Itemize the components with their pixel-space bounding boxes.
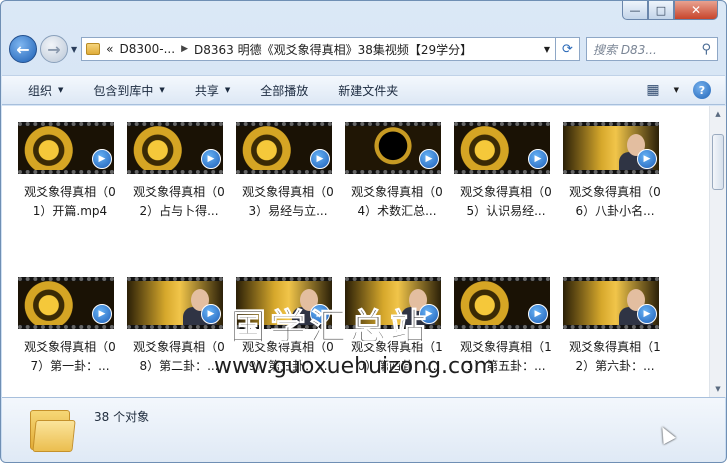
forward-arrow-icon: →: [47, 39, 61, 59]
chevron-down-icon: ▼: [159, 86, 165, 94]
address-dropdown-icon[interactable]: ▼: [539, 45, 555, 54]
new-folder-label: 新建文件夹: [338, 83, 399, 98]
share-menu[interactable]: 共享 ▼: [195, 82, 230, 99]
file-name: 观爻象得真相（06）八卦小名...: [569, 185, 661, 218]
details-pane: 38 个对象: [2, 397, 725, 462]
include-in-library-menu[interactable]: 包含到库中 ▼: [93, 82, 164, 99]
explorer-window: — □ ✕ ← → ▼ « D8300-... ▶ D8363 明德《观爻象得真…: [0, 0, 727, 463]
scroll-down-icon[interactable]: ▼: [710, 381, 726, 397]
back-button[interactable]: ←: [9, 35, 37, 63]
media-player-icon: ▶: [528, 304, 548, 324]
chevron-down-icon: ▼: [224, 86, 231, 94]
minimize-button[interactable]: —: [622, 1, 648, 20]
play-all-button[interactable]: 全部播放: [260, 82, 308, 99]
file-name: 观爻象得真相（04）术数汇总...: [351, 185, 443, 218]
file-name: 观爻象得真相（07）第一卦：...: [24, 340, 116, 373]
file-name: 观爻象得真相（12）第六卦：...: [569, 340, 661, 373]
file-item[interactable]: ▶ 观爻象得真相（07）第一卦：...: [18, 277, 127, 397]
file-item[interactable]: ▶ 观爻象得真相（02）占与卜得...: [127, 122, 236, 262]
video-thumbnail: ▶: [18, 122, 114, 174]
video-thumbnail: ▶: [454, 122, 550, 174]
file-item[interactable]: ▶ 观爻象得真相（04）术数汇总...: [345, 122, 454, 262]
watermark-url: www.guoxuehuizong.com: [214, 354, 496, 379]
file-list-pane[interactable]: ▶ 观爻象得真相（01）开篇.mp4 ▶ 观爻象得真相（02）占与卜得... ▶ 观爻象得…: [2, 106, 709, 397]
file-item[interactable]: ▶ 观爻象得真相（03）易经与立...: [236, 122, 345, 262]
organize-menu[interactable]: 组织 ▼: [28, 82, 63, 99]
media-player-icon: ▶: [92, 304, 112, 324]
media-player-icon: ▶: [419, 149, 439, 169]
command-bar: 组织 ▼ 包含到库中 ▼ 共享 ▼ 全部播放 新建文件夹 ▦ ▼ ?: [2, 75, 725, 105]
video-thumbnail: ▶: [563, 277, 659, 329]
file-item[interactable]: ▶ 观爻象得真相（08）第二卦：...: [127, 277, 236, 397]
refresh-icon: ⟳: [562, 41, 573, 57]
forward-button[interactable]: →: [40, 35, 68, 63]
recent-pages-dropdown-icon[interactable]: ▼: [71, 45, 77, 54]
media-player-icon: ▶: [528, 149, 548, 169]
media-player-icon: ▶: [637, 149, 657, 169]
video-thumbnail: ▶: [236, 122, 332, 174]
refresh-button[interactable]: ⟳: [556, 37, 580, 61]
address-bar[interactable]: « D8300-... ▶ D8363 明德《观爻象得真相》38集视频【29学分…: [81, 37, 556, 61]
close-button[interactable]: ✕: [674, 1, 718, 20]
media-player-icon: ▶: [310, 149, 330, 169]
video-thumbnail: ▶: [18, 277, 114, 329]
back-arrow-icon: ←: [16, 39, 30, 59]
media-player-icon: ▶: [92, 149, 112, 169]
file-item[interactable]: ▶ 观爻象得真相（11）第五卦：...: [454, 277, 563, 397]
mouse-cursor-icon: [656, 423, 676, 445]
breadcrumb-overflow[interactable]: «: [106, 42, 113, 56]
file-name: 观爻象得真相（03）易经与立...: [242, 185, 334, 218]
folder-icon: [30, 406, 76, 452]
share-label: 共享: [194, 83, 219, 98]
caption-buttons: — □ ✕: [622, 1, 718, 21]
include-in-library-label: 包含到库中: [93, 83, 154, 98]
file-name: 观爻象得真相（01）开篇.mp4: [24, 185, 116, 218]
change-view-icon[interactable]: ▦: [646, 82, 659, 98]
media-player-icon: ▶: [201, 149, 221, 169]
vertical-scrollbar[interactable]: ▲ ▼: [709, 106, 726, 397]
search-input[interactable]: 搜索 D83... ⚲: [586, 37, 718, 61]
file-item[interactable]: ▶ 观爻象得真相（01）开篇.mp4: [18, 122, 127, 262]
video-thumbnail: ▶: [127, 122, 223, 174]
file-item[interactable]: ▶ 观爻象得真相（06）八卦小名...: [563, 122, 672, 262]
scroll-thumb[interactable]: [712, 134, 724, 190]
file-name: 观爻象得真相（05）认识易经...: [460, 185, 552, 218]
view-dropdown-icon[interactable]: ▼: [674, 86, 679, 94]
breadcrumb-separator-icon[interactable]: ▶: [181, 44, 188, 54]
organize-label: 组织: [28, 83, 53, 98]
play-all-label: 全部播放: [260, 83, 309, 98]
search-icon[interactable]: ⚲: [701, 42, 711, 57]
video-thumbnail: ▶: [454, 277, 550, 329]
breadcrumb-item-parent[interactable]: D8300-...: [120, 42, 176, 56]
video-thumbnail: ▶: [127, 277, 223, 329]
navigation-bar: ← → ▼ « D8300-... ▶ D8363 明德《观爻象得真相》38集视…: [9, 34, 718, 64]
help-icon[interactable]: ?: [693, 81, 711, 99]
video-thumbnail: ▶: [563, 122, 659, 174]
breadcrumb-item-current[interactable]: D8363 明德《观爻象得真相》38集视频【29学分】: [194, 41, 472, 58]
file-item[interactable]: ▶ 观爻象得真相（12）第六卦：...: [563, 277, 672, 397]
scroll-up-icon[interactable]: ▲: [710, 106, 726, 122]
search-placeholder: 搜索 D83...: [593, 42, 657, 57]
file-name: 观爻象得真相（02）占与卜得...: [133, 185, 225, 218]
watermark-title: 国学汇总站: [229, 307, 431, 349]
media-player-icon: ▶: [637, 304, 657, 324]
file-item[interactable]: ▶ 观爻象得真相（05）认识易经...: [454, 122, 563, 262]
maximize-button[interactable]: □: [648, 1, 674, 20]
video-thumbnail: ▶: [345, 122, 441, 174]
chevron-down-icon: ▼: [58, 86, 64, 94]
new-folder-button[interactable]: 新建文件夹: [338, 82, 398, 99]
media-player-icon: ▶: [201, 304, 221, 324]
object-count: 38 个对象: [94, 410, 150, 424]
folder-icon: [86, 43, 101, 55]
